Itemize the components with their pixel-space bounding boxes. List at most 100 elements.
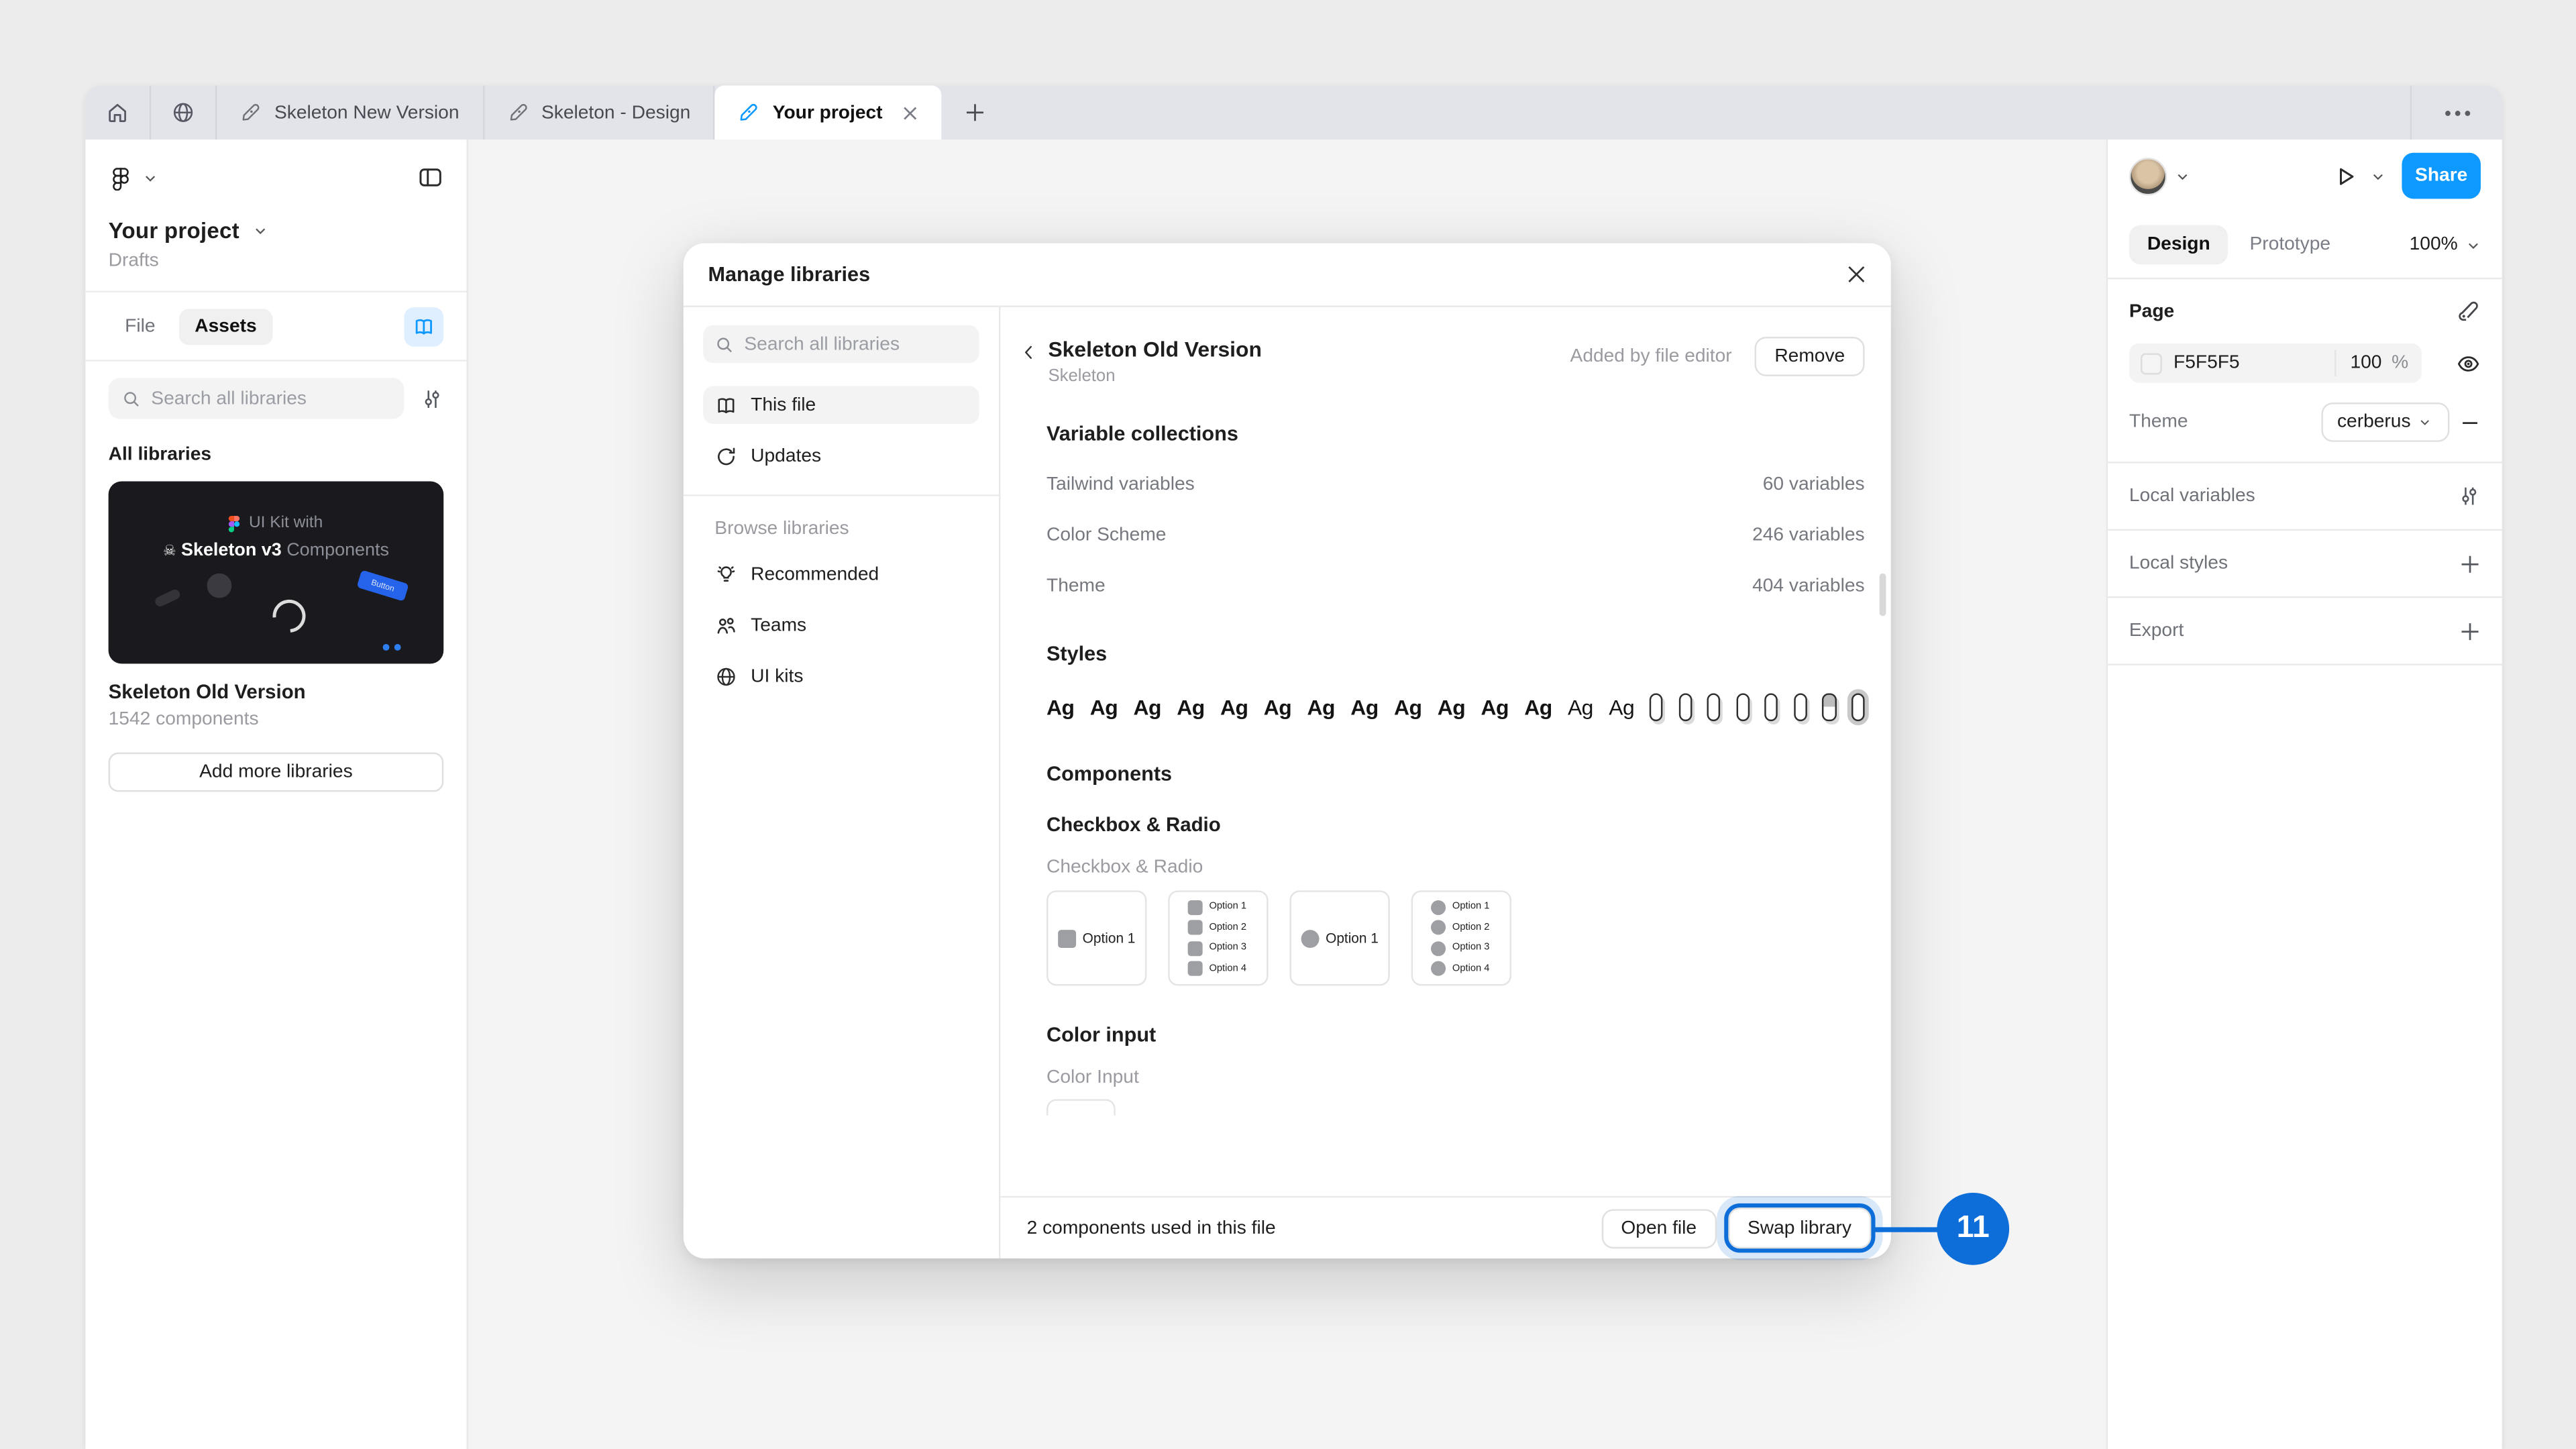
text-style-preview[interactable]: Ag bbox=[1350, 694, 1378, 719]
nav-recommended[interactable]: Recommended bbox=[703, 555, 979, 593]
variable-collection-row[interactable]: Theme 404 variables bbox=[1046, 560, 1865, 611]
fill-opacity-value[interactable]: 100 bbox=[2350, 354, 2381, 373]
option-label: Option 1 bbox=[1452, 902, 1490, 912]
styles-book-icon[interactable] bbox=[2456, 299, 2481, 324]
swap-library-button[interactable]: Swap library bbox=[1728, 1208, 1872, 1248]
chevron-down-icon[interactable] bbox=[252, 223, 267, 238]
effect-style-swatch[interactable] bbox=[1707, 692, 1721, 720]
modal-search-field[interactable] bbox=[703, 325, 979, 363]
zoom-control[interactable]: 100% bbox=[2410, 235, 2481, 254]
local-styles-section[interactable]: Local styles bbox=[2108, 531, 2502, 596]
figma-logo-menu[interactable] bbox=[109, 165, 133, 190]
open-file-button[interactable]: Open file bbox=[1601, 1208, 1717, 1248]
variable-collection-row[interactable]: Color Scheme 246 variables bbox=[1046, 509, 1865, 560]
open-book-icon bbox=[413, 315, 435, 337]
components-used-summary: 2 components used in this file bbox=[1027, 1218, 1276, 1238]
radio-component-card[interactable]: Option 1Option 2Option 3Option 4 bbox=[1411, 890, 1511, 985]
export-label: Export bbox=[2129, 621, 2184, 641]
modal-search-input[interactable] bbox=[744, 334, 967, 354]
nav-label: UI kits bbox=[751, 666, 803, 686]
effect-style-swatch[interactable] bbox=[1678, 692, 1692, 720]
more-options-button[interactable] bbox=[2410, 85, 2502, 140]
plus-icon[interactable] bbox=[2459, 553, 2481, 574]
added-by-text: Added by file editor bbox=[1570, 347, 1732, 366]
collection-count: 60 variables bbox=[1763, 474, 1865, 494]
text-style-preview[interactable]: Ag bbox=[1177, 694, 1204, 719]
text-style-preview[interactable]: Ag bbox=[1394, 694, 1421, 719]
search-input[interactable] bbox=[151, 388, 391, 408]
sidebar-search-field[interactable] bbox=[109, 378, 405, 419]
close-tab-icon[interactable] bbox=[902, 105, 918, 121]
chevron-down-icon[interactable] bbox=[2371, 168, 2385, 183]
text-style-preview[interactable]: Ag bbox=[1568, 694, 1593, 719]
home-icon bbox=[105, 100, 130, 125]
variables-sliders-icon[interactable] bbox=[2458, 484, 2481, 507]
option-row: Option 4 bbox=[1188, 961, 1267, 976]
toggle-sidebar-icon[interactable] bbox=[417, 164, 443, 191]
chevron-down-icon[interactable] bbox=[143, 170, 158, 184]
library-card-thumbnail[interactable]: UI Kit with ☠Skeleton v3 Components Butt… bbox=[109, 482, 444, 664]
effect-style-swatch[interactable] bbox=[1794, 692, 1807, 720]
text-style-preview[interactable]: Ag bbox=[1524, 694, 1552, 719]
present-play-icon[interactable] bbox=[2333, 164, 2358, 189]
nav-teams[interactable]: Teams bbox=[703, 606, 979, 644]
tab-prototype[interactable]: Prototype bbox=[2232, 225, 2349, 265]
libraries-button[interactable] bbox=[404, 307, 443, 346]
tab-file[interactable]: File bbox=[109, 308, 172, 344]
back-chevron-icon[interactable] bbox=[1020, 343, 1038, 362]
nav-ui-kits[interactable]: UI kits bbox=[703, 657, 979, 695]
plus-icon bbox=[964, 102, 985, 123]
remove-theme-icon[interactable] bbox=[2459, 411, 2481, 433]
user-avatar[interactable] bbox=[2129, 157, 2167, 195]
modal-scrollbar[interactable] bbox=[1880, 574, 1886, 616]
text-style-preview[interactable]: Ag bbox=[1481, 694, 1508, 719]
share-button[interactable]: Share bbox=[2402, 153, 2481, 199]
tab-skeleton-design[interactable]: Skeleton - Design bbox=[484, 85, 715, 140]
community-button[interactable] bbox=[151, 85, 217, 140]
checkbox-component-card[interactable]: Option 1Option 2Option 3Option 4 bbox=[1168, 890, 1268, 985]
visibility-eye-icon[interactable] bbox=[2456, 351, 2481, 376]
radio-marker-icon bbox=[1431, 920, 1446, 935]
fill-color-swatch[interactable] bbox=[2141, 352, 2162, 374]
divider bbox=[2108, 663, 2502, 665]
nav-updates[interactable]: Updates bbox=[703, 437, 979, 474]
home-button[interactable] bbox=[85, 85, 151, 140]
add-more-libraries-button[interactable]: Add more libraries bbox=[109, 753, 444, 792]
nav-this-file[interactable]: This file bbox=[703, 386, 979, 424]
text-style-preview[interactable]: Ag bbox=[1046, 694, 1074, 719]
text-style-preview[interactable]: Ag bbox=[1133, 694, 1161, 719]
radio-component-card[interactable]: Option 1 bbox=[1289, 890, 1389, 985]
export-section[interactable]: Export bbox=[2108, 598, 2502, 663]
text-style-preview[interactable]: Ag bbox=[1090, 694, 1118, 719]
chevron-down-icon[interactable] bbox=[2175, 168, 2190, 183]
close-icon[interactable] bbox=[1847, 264, 1866, 284]
tab-design[interactable]: Design bbox=[2129, 225, 2229, 265]
styles-heading: Styles bbox=[1046, 643, 1865, 665]
filter-sliders-icon[interactable] bbox=[421, 387, 443, 410]
skeleton-logo-icon: ☠ bbox=[163, 542, 176, 558]
text-style-preview[interactable]: Ag bbox=[1220, 694, 1248, 719]
theme-dropdown[interactable]: cerberus bbox=[2320, 402, 2449, 442]
tab-assets[interactable]: Assets bbox=[178, 308, 273, 344]
effect-style-swatch[interactable] bbox=[1650, 692, 1663, 720]
text-style-preview[interactable]: Ag bbox=[1438, 694, 1465, 719]
effect-style-swatch[interactable] bbox=[1823, 692, 1836, 720]
effect-style-swatch[interactable] bbox=[1736, 692, 1750, 720]
variable-collection-row[interactable]: Tailwind variables 60 variables bbox=[1046, 458, 1865, 509]
remove-button[interactable]: Remove bbox=[1755, 337, 1865, 376]
tab-skeleton-new-version[interactable]: Skeleton New Version bbox=[217, 85, 484, 140]
fill-hex-value[interactable]: F5F5F5 bbox=[2174, 354, 2240, 373]
effect-style-swatch[interactable] bbox=[1851, 692, 1865, 720]
tab-your-project[interactable]: Your project bbox=[715, 85, 942, 140]
checkbox-component-card[interactable]: Option 1 bbox=[1046, 890, 1146, 985]
modal-scroll-content: Variable collections Tailwind variables … bbox=[1000, 386, 1890, 1196]
text-style-preview[interactable]: Ag bbox=[1609, 694, 1634, 719]
effect-style-swatch[interactable] bbox=[1765, 692, 1778, 720]
local-variables-section[interactable]: Local variables bbox=[2108, 464, 2502, 529]
radio-marker-icon bbox=[1431, 941, 1446, 956]
page-fill-control[interactable]: F5F5F5 100 % bbox=[2129, 343, 2422, 383]
plus-icon[interactable] bbox=[2459, 620, 2481, 641]
text-style-preview[interactable]: Ag bbox=[1264, 694, 1291, 719]
text-style-preview[interactable]: Ag bbox=[1307, 694, 1334, 719]
new-tab-button[interactable] bbox=[942, 85, 1008, 140]
